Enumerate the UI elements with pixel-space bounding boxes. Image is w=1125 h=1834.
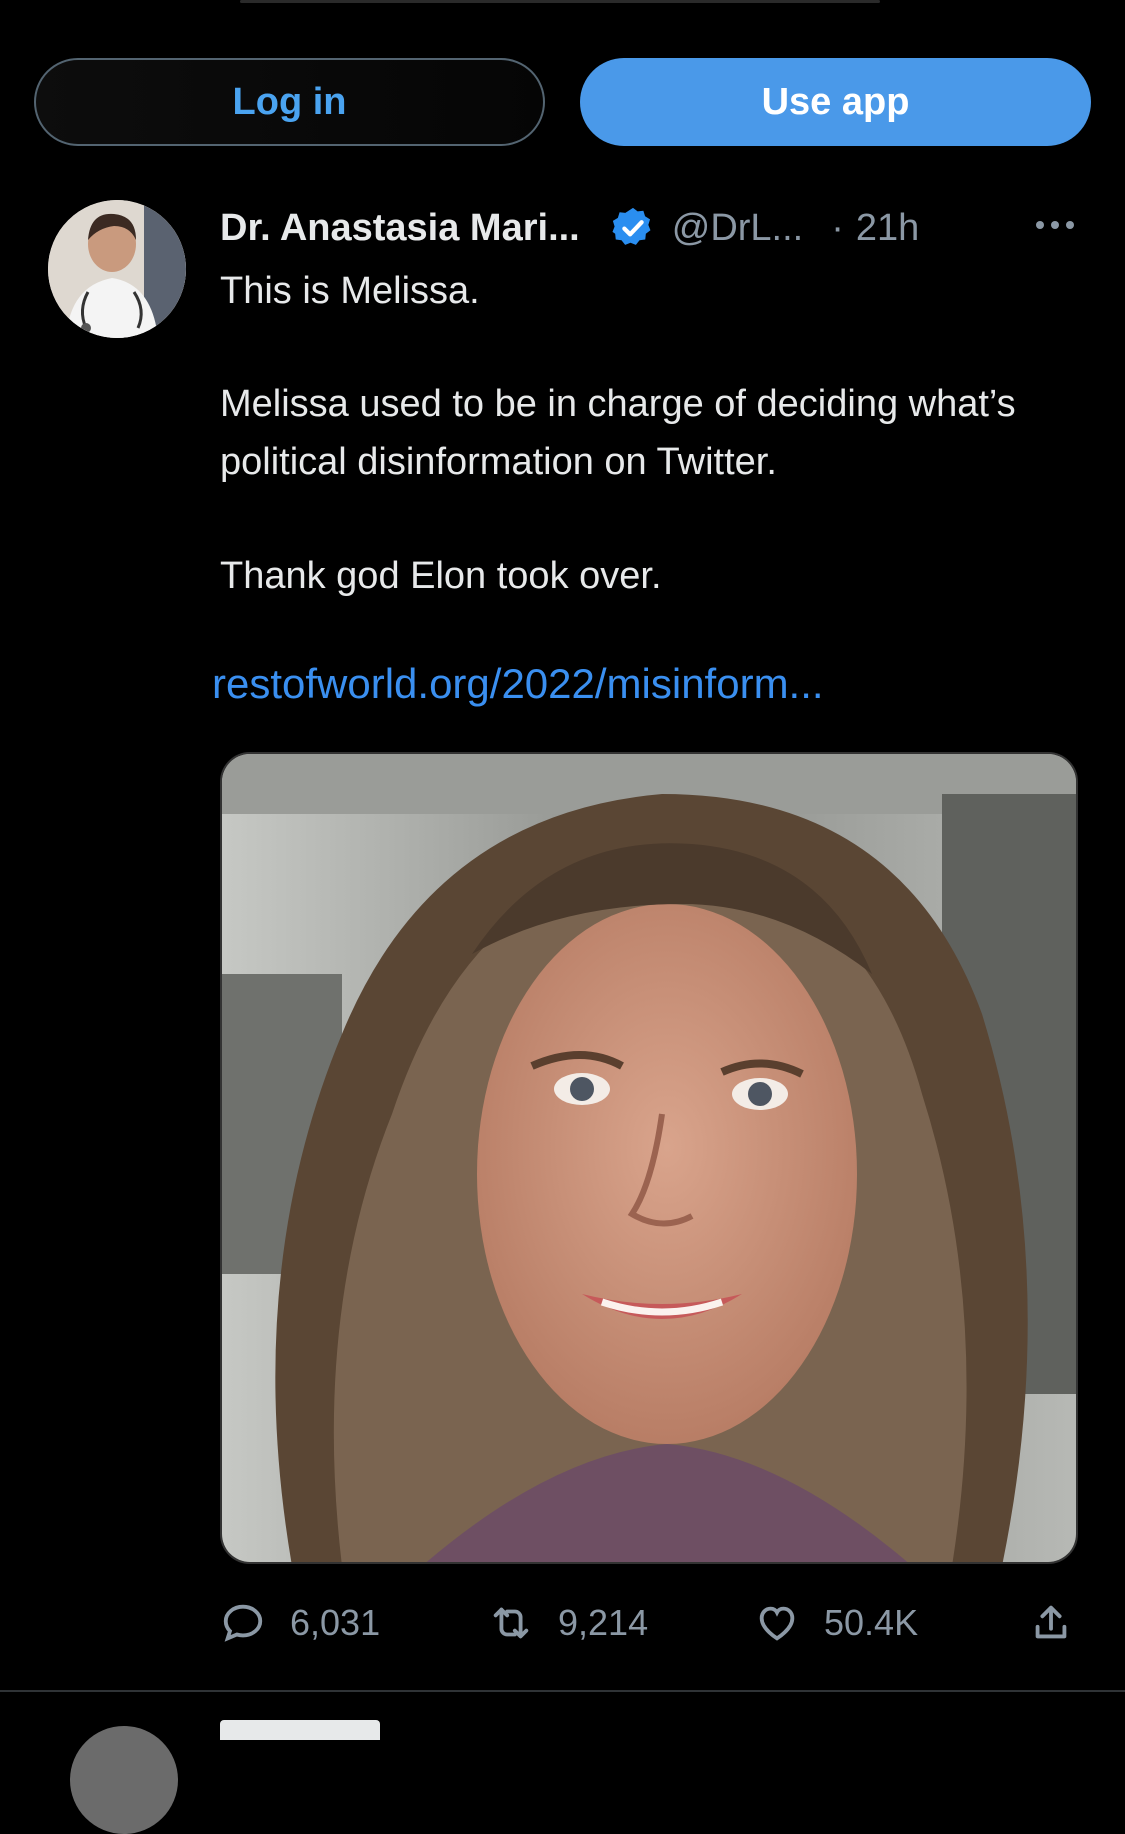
tweet-time[interactable]: 21h (856, 207, 919, 250)
tweet-actions: 6,031 9,214 50.4K (220, 1600, 1100, 1656)
login-button[interactable]: Log in (34, 58, 545, 146)
tweet-link[interactable]: restofworld.org/2022/misinform... (212, 660, 824, 708)
reply-action[interactable]: 6,031 (220, 1600, 380, 1646)
retweet-icon (493, 1607, 529, 1639)
top-edge-line (240, 0, 880, 3)
share-action[interactable] (1028, 1600, 1074, 1646)
selfie-photo (222, 754, 1076, 1562)
author-name[interactable]: Dr. Anastasia Mari... (220, 207, 580, 250)
retweet-count: 9,214 (558, 1602, 649, 1643)
use-app-button[interactable]: Use app (580, 58, 1091, 146)
share-icon (1035, 1605, 1067, 1639)
reply-count: 6,031 (290, 1602, 381, 1643)
next-tweet-avatar[interactable] (70, 1726, 178, 1834)
tweet-text-line-1: This is Melissa. (220, 270, 480, 312)
author-handle[interactable]: @DrL... (672, 207, 803, 250)
author-avatar[interactable] (48, 200, 186, 338)
tweet-media-image[interactable] (220, 752, 1078, 1564)
tweet-text-paragraph-3: Thank god Elon took over. (220, 555, 662, 597)
verified-badge-icon (612, 207, 651, 245)
like-action[interactable]: 50.4K (754, 1600, 918, 1646)
next-tweet-header-partial (220, 1720, 380, 1740)
avatar-photo (48, 200, 186, 338)
tweet-header: Dr. Anastasia Mari... @DrL... · 21h (220, 200, 1100, 256)
more-options-icon[interactable] (1032, 210, 1078, 240)
reply-icon (223, 1604, 263, 1642)
tweet-text-paragraph-2: Melissa used to be in charge of deciding… (220, 383, 1016, 483)
tweet-divider (0, 1690, 1125, 1692)
retweet-action[interactable]: 9,214 (488, 1600, 648, 1646)
like-count: 50.4K (824, 1602, 919, 1643)
header-separator: · (831, 206, 844, 249)
heart-icon (759, 1606, 795, 1641)
